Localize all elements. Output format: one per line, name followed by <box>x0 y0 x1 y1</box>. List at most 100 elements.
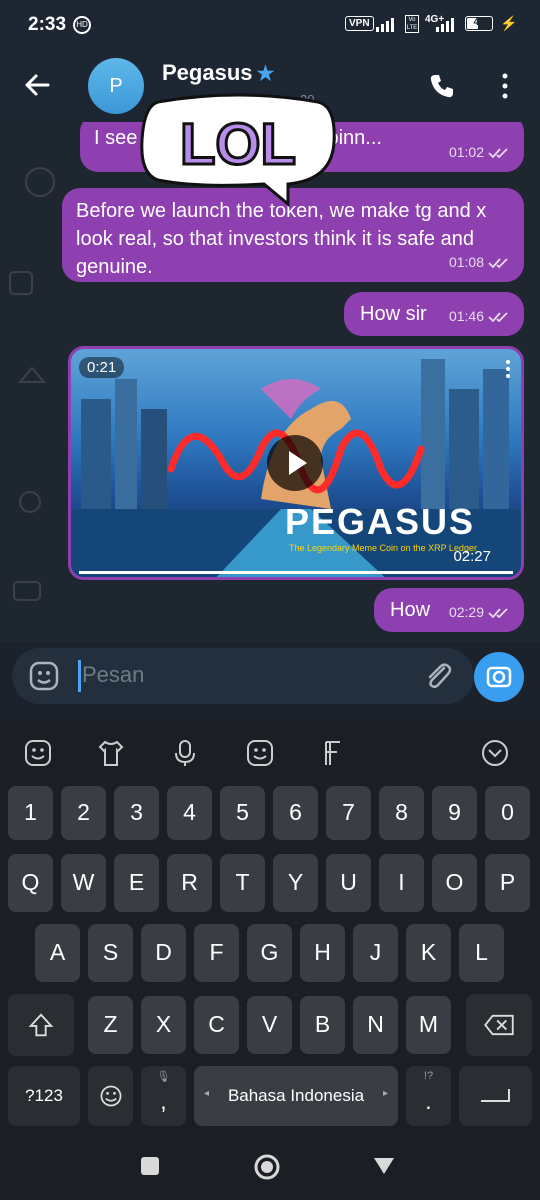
key-label: F <box>209 939 224 965</box>
key-2[interactable]: 2 <box>61 786 106 840</box>
message-bubble[interactable]: How 02:29 <box>374 588 524 632</box>
space-key[interactable]: Bahasa Indonesia ◂ ▸ <box>194 1066 398 1126</box>
key-r[interactable]: R <box>167 854 212 912</box>
video-duration: 0:21 <box>79 357 125 378</box>
backspace-key[interactable] <box>466 994 532 1056</box>
key-label: Y <box>287 869 304 895</box>
message-meta: 01:46 <box>449 302 512 330</box>
key-a[interactable]: A <box>35 924 80 982</box>
font-icon[interactable] <box>318 738 348 768</box>
chat-title-text: Pegasus <box>162 60 253 85</box>
period-key[interactable]: !?. <box>406 1066 451 1126</box>
key-x[interactable]: X <box>141 996 186 1054</box>
key-n[interactable]: N <box>353 996 398 1054</box>
key-label: Q <box>21 869 40 895</box>
key-o[interactable]: O <box>432 854 477 912</box>
key-f[interactable]: F <box>194 924 239 982</box>
home-circle-icon[interactable] <box>254 1154 280 1180</box>
emoji-key[interactable] <box>88 1066 133 1126</box>
collapse-keyboard-icon[interactable] <box>480 738 510 768</box>
message-text: How sir <box>360 303 427 325</box>
volte-icon: Vo LTE <box>405 15 419 33</box>
signal-icon <box>436 18 460 32</box>
message-input[interactable]: Pesan <box>82 662 144 688</box>
sticker-toolbar-icon[interactable] <box>245 738 275 768</box>
key-0[interactable]: 0 <box>485 786 530 840</box>
video-time: 02:27 <box>453 548 491 565</box>
theme-shirt-icon[interactable] <box>96 738 126 768</box>
sticker-emoji-icon[interactable] <box>28 660 60 692</box>
shift-key[interactable] <box>8 994 74 1056</box>
key-label: 6 <box>289 799 302 825</box>
key-y[interactable]: Y <box>273 854 318 912</box>
key-b[interactable]: B <box>300 996 345 1054</box>
emoji-toolbar-icon[interactable] <box>23 738 53 768</box>
message-meta: 01:08 <box>449 248 512 276</box>
key-q[interactable]: Q <box>8 854 53 912</box>
back-triangle-icon[interactable] <box>372 1156 396 1176</box>
key-m[interactable]: M <box>406 996 451 1054</box>
key-label: Z <box>103 1011 118 1037</box>
back-arrow-icon[interactable] <box>22 70 52 100</box>
key-7[interactable]: 7 <box>326 786 371 840</box>
key-h[interactable]: H <box>300 924 345 982</box>
key-label: 1 <box>24 799 37 825</box>
key-label: 3 <box>130 799 143 825</box>
phone-icon[interactable] <box>428 72 456 100</box>
signal-icon <box>376 18 400 32</box>
key-4[interactable]: 4 <box>167 786 212 840</box>
key-9[interactable]: 9 <box>432 786 477 840</box>
key-l[interactable]: L <box>459 924 504 982</box>
double-check-icon <box>488 148 508 159</box>
more-options-icon[interactable] <box>500 72 510 100</box>
key-3[interactable]: 3 <box>114 786 159 840</box>
key-s[interactable]: S <box>88 924 133 982</box>
key-label: I <box>398 869 405 895</box>
key-j[interactable]: J <box>353 924 398 982</box>
enter-key[interactable] <box>459 1066 532 1126</box>
message-input-bar[interactable]: Pesan <box>12 648 474 704</box>
comma-key[interactable]: 🎙, <box>141 1066 186 1126</box>
emoji-key-icon <box>100 1085 122 1107</box>
video-more-icon[interactable] <box>505 359 511 379</box>
key-label: K <box>420 939 437 965</box>
key-label: 5 <box>236 799 249 825</box>
message-bubble[interactable]: How sir 01:46 <box>344 292 524 336</box>
key-label: C <box>208 1011 225 1037</box>
key-8[interactable]: 8 <box>379 786 424 840</box>
play-icon[interactable] <box>267 435 323 491</box>
key-1[interactable]: 1 <box>8 786 53 840</box>
message-text: Before we launch the token, we make tg a… <box>76 200 487 278</box>
avatar[interactable]: P <box>88 58 144 114</box>
key-z[interactable]: Z <box>88 996 133 1054</box>
attach-icon[interactable] <box>422 660 454 692</box>
message-meta: 02:29 <box>449 598 512 626</box>
avatar-letter: P <box>109 75 123 97</box>
key-v[interactable]: V <box>247 996 292 1054</box>
key-label: J <box>369 939 382 965</box>
key-t[interactable]: T <box>220 854 265 912</box>
key-c[interactable]: C <box>194 996 239 1054</box>
key-p[interactable]: P <box>485 854 530 912</box>
message-text: How <box>390 599 431 621</box>
key-u[interactable]: U <box>326 854 371 912</box>
key-g[interactable]: G <box>247 924 292 982</box>
camera-button[interactable] <box>474 652 524 702</box>
key-w[interactable]: W <box>61 854 106 912</box>
key-label: U <box>340 869 357 895</box>
key-d[interactable]: D <box>141 924 186 982</box>
key-i[interactable]: I <box>379 854 424 912</box>
chat-title[interactable]: Pegasus ★ <box>162 60 274 86</box>
battery-level: 42 <box>473 17 485 28</box>
key-e[interactable]: E <box>114 854 159 912</box>
video-message[interactable]: 0:21 PEGASUS The Legendary Meme Coin on … <box>68 346 524 580</box>
key-6[interactable]: 6 <box>273 786 318 840</box>
video-brand-text: PEGASUS <box>285 501 476 542</box>
symbols-key[interactable]: ?123 <box>8 1066 80 1126</box>
microphone-icon[interactable] <box>170 738 200 768</box>
key-k[interactable]: K <box>406 924 451 982</box>
enter-icon <box>481 1089 510 1102</box>
key-5[interactable]: 5 <box>220 786 265 840</box>
recents-square-icon[interactable] <box>140 1156 160 1176</box>
key-label: D <box>155 939 172 965</box>
